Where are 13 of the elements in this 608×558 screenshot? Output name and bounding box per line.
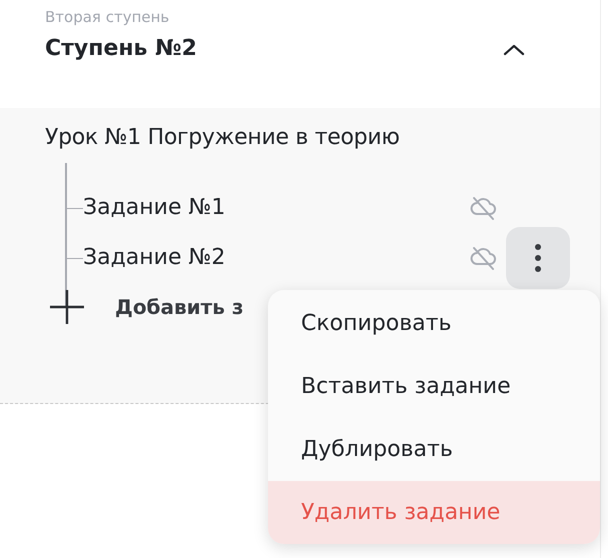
menu-item[interactable]: Скопировать — [268, 292, 600, 355]
task-title[interactable]: Задание №1 — [83, 193, 468, 223]
menu-item[interactable]: Вставить задание — [268, 355, 600, 418]
task-title[interactable]: Задание №2 — [83, 243, 468, 273]
collapse-chevron-icon[interactable] — [502, 42, 526, 58]
more-icon — [535, 243, 541, 273]
add-task-link[interactable]: Добавить з — [115, 295, 244, 319]
stage-title: Ступень №2 — [45, 35, 198, 63]
menu-item[interactable]: Дублировать — [268, 418, 600, 481]
more-button[interactable] — [506, 227, 570, 289]
plus-icon[interactable] — [49, 289, 85, 325]
stage-subtitle: Вторая ступень — [45, 7, 170, 28]
lesson-title: Урок №1 Погружение в теорию — [45, 124, 401, 152]
